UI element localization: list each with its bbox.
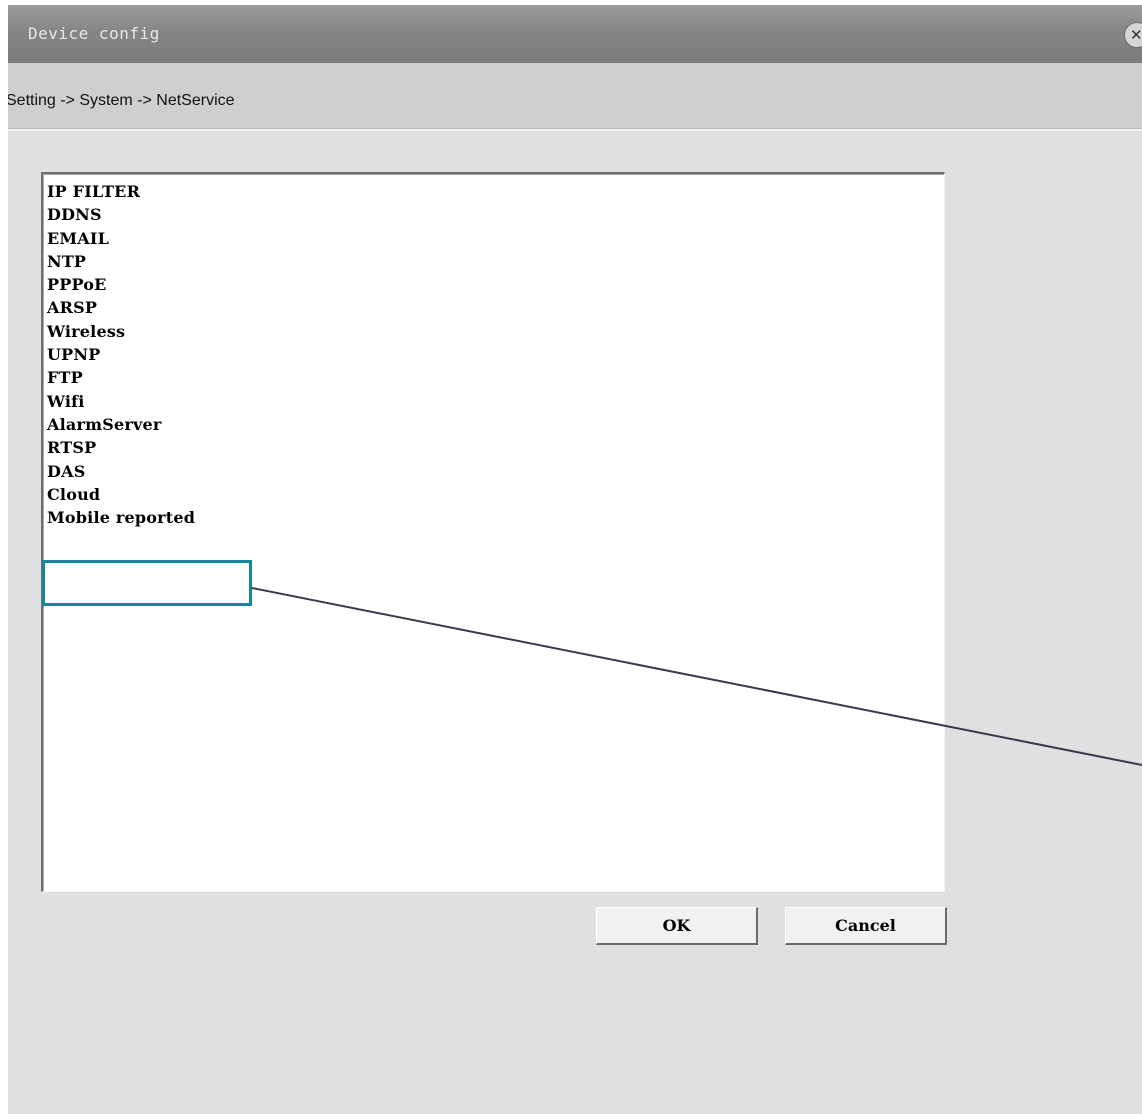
annotation-highlight-box bbox=[42, 560, 252, 606]
netservice-listbox[interactable]: IP FILTER DDNS EMAIL NTP PPPoE ARSP Wire… bbox=[41, 172, 945, 892]
window-title: Device config bbox=[28, 24, 160, 43]
list-item-arsp[interactable]: ARSP bbox=[47, 296, 195, 319]
breadcrumb: Setting -> System -> NetService bbox=[8, 92, 235, 109]
list-item-pppoe[interactable]: PPPoE bbox=[47, 273, 195, 296]
list-item-wifi[interactable]: Wifi bbox=[47, 390, 195, 413]
list-item-ftp[interactable]: FTP bbox=[47, 366, 195, 389]
list-item-alarmserver[interactable]: AlarmServer bbox=[47, 413, 195, 436]
divider bbox=[8, 129, 1142, 131]
list-item-ip-filter[interactable]: IP FILTER bbox=[47, 180, 195, 203]
list-item-rtsp[interactable]: RTSP bbox=[47, 436, 195, 459]
title-bar: Device config ✕ bbox=[8, 5, 1142, 63]
list-item-email[interactable]: EMAIL bbox=[47, 227, 195, 250]
breadcrumb-bar: Setting -> System -> NetService bbox=[8, 63, 1142, 129]
netservice-list: IP FILTER DDNS EMAIL NTP PPPoE ARSP Wire… bbox=[47, 180, 195, 529]
list-item-cloud[interactable]: Cloud bbox=[47, 483, 195, 506]
list-item-mobile-reported[interactable]: Mobile reported bbox=[47, 506, 195, 529]
list-item-das[interactable]: DAS bbox=[47, 460, 195, 483]
cancel-button[interactable]: Cancel bbox=[785, 907, 947, 945]
ok-button[interactable]: OK bbox=[596, 907, 758, 945]
list-item-ntp[interactable]: NTP bbox=[47, 250, 195, 273]
list-item-ddns[interactable]: DDNS bbox=[47, 203, 195, 226]
list-item-wireless[interactable]: Wireless bbox=[47, 320, 195, 343]
list-item-upnp[interactable]: UPNP bbox=[47, 343, 195, 366]
close-button[interactable]: ✕ bbox=[1124, 22, 1142, 48]
